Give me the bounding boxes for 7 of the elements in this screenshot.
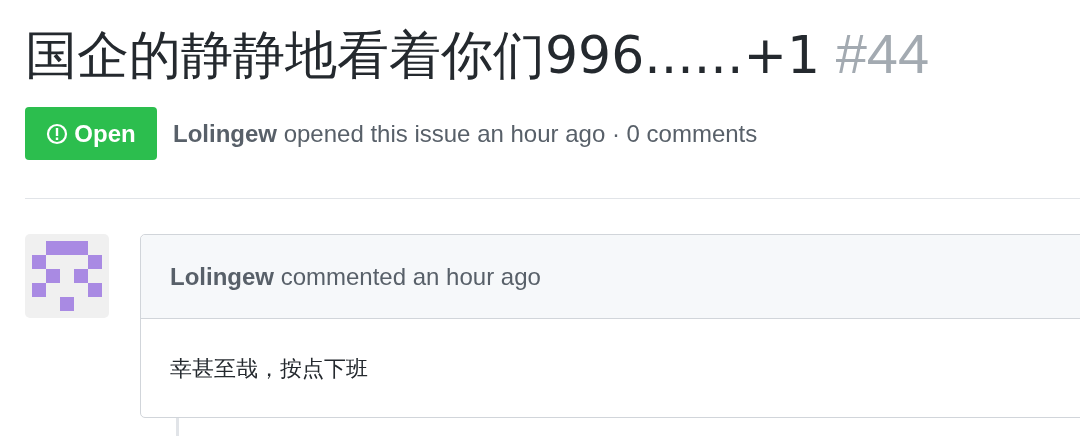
alert-icon xyxy=(46,122,69,145)
comment-body: 幸甚至哉，按点下班 xyxy=(170,354,368,383)
issue-number: #44 xyxy=(835,22,930,85)
status-badge: Open xyxy=(25,107,157,160)
comment-meta: Lolingew commented an hour ago xyxy=(170,261,541,292)
issue-meta: Lolingew opened this issue an hour ago · 0 comments xyxy=(173,118,758,149)
issue-title: 国企的静静地看着你们996......+1 xyxy=(25,25,821,85)
